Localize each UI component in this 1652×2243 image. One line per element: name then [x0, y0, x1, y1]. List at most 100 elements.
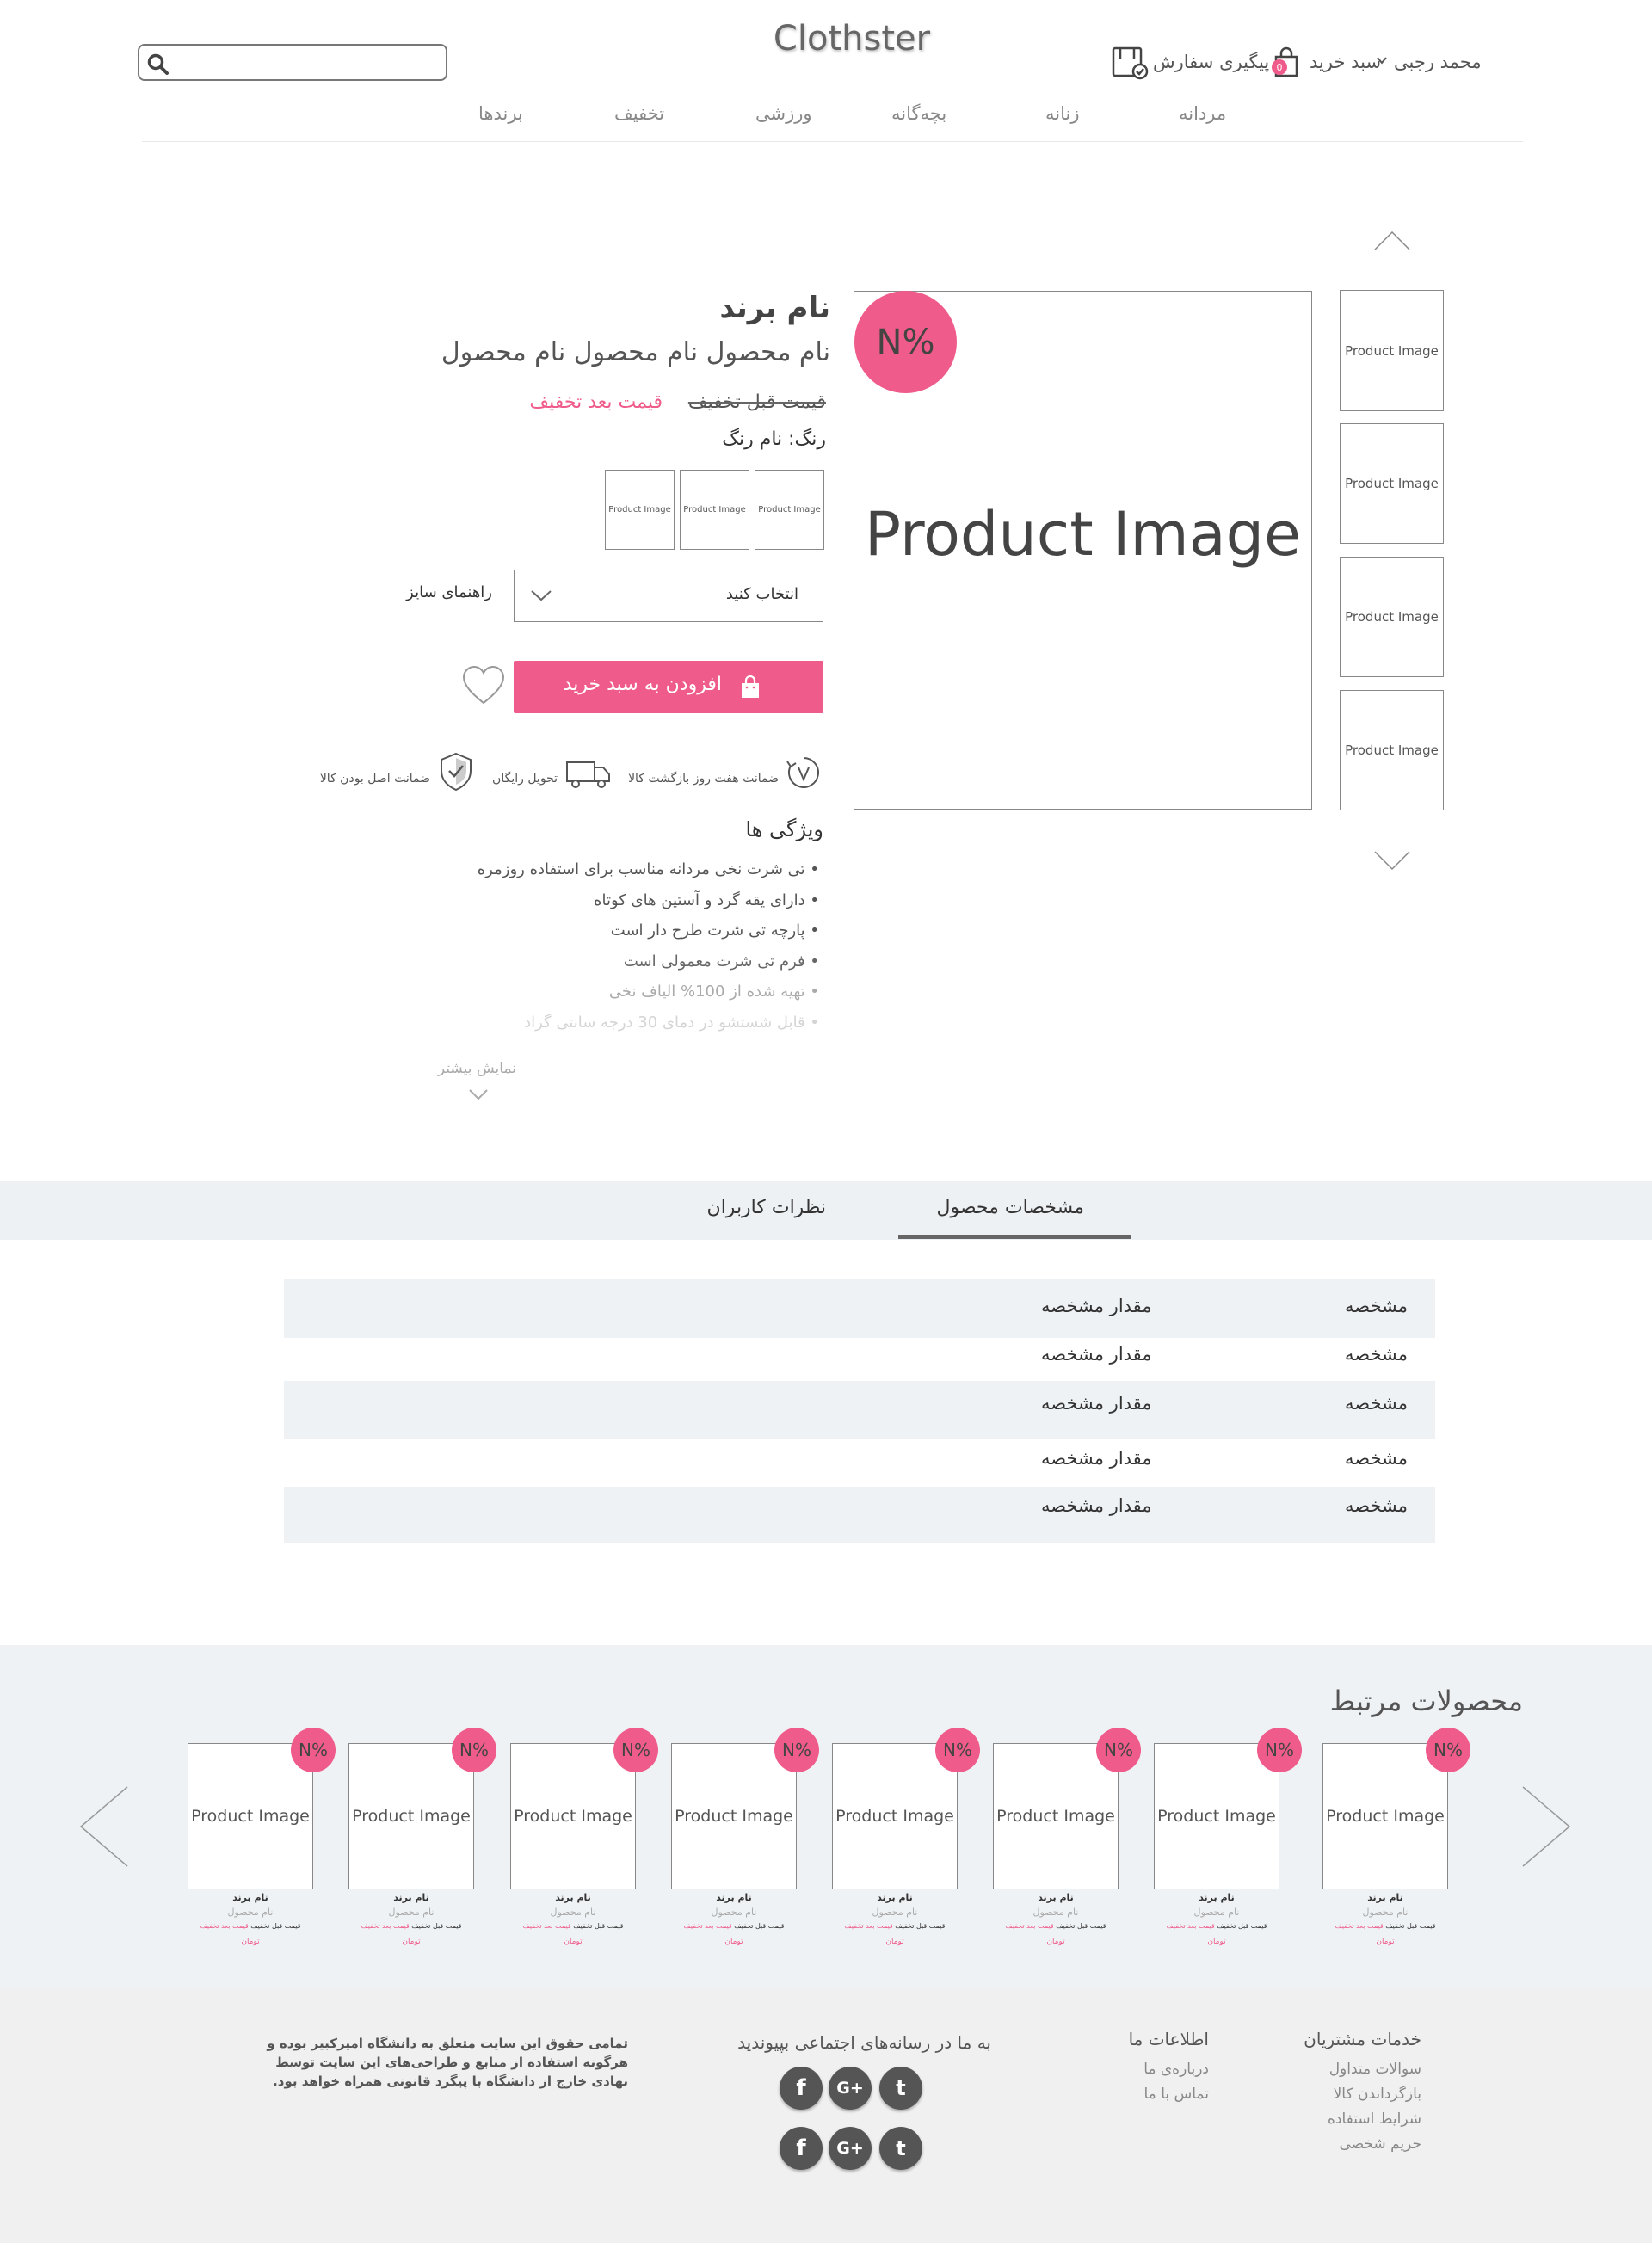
twitter-icon[interactable]: t [879, 2127, 922, 2170]
thumbnails-down-arrow[interactable] [1374, 850, 1410, 874]
cart-count-badge: 0 [1272, 59, 1287, 75]
footer-link-returns[interactable]: بازگرداندن کالا [1334, 2086, 1421, 2103]
thumbnails-up-arrow[interactable] [1374, 231, 1410, 255]
size-guide-link[interactable]: راهنمای سایز [406, 583, 492, 601]
color-swatch-1[interactable]: Product Image [755, 470, 824, 550]
facebook-icon[interactable]: f [780, 2127, 823, 2170]
related-brand: نام برند [1199, 1892, 1235, 1903]
color-swatch-2[interactable]: Product Image [680, 470, 749, 550]
related-prices: قیمت قبل تخفیف قیمت بعد تخفیف [671, 1922, 797, 1930]
related-brand: نام برند [1367, 1892, 1403, 1903]
related-discount-badge: N% [1096, 1728, 1141, 1772]
spec-key: مشخصه [1344, 1296, 1408, 1316]
size-select[interactable]: انتخاب کنید [514, 570, 823, 622]
carousel-prev-arrow[interactable] [79, 1785, 129, 1871]
cart-link[interactable]: سبد خرید [1310, 52, 1381, 72]
related-product-image[interactable]: Product Image [671, 1743, 797, 1889]
search-icon [147, 53, 169, 75]
user-menu[interactable]: محمد رجبی [1377, 52, 1482, 72]
spec-key: مشخصه [1344, 1495, 1408, 1516]
site-logo[interactable]: Clothster [723, 19, 981, 59]
spec-key: مشخصه [1344, 1393, 1408, 1414]
thumbnail-3[interactable]: Product Image [1340, 557, 1444, 677]
footer-link-about[interactable]: درباره‌ی ما [1143, 2061, 1209, 2078]
heart-icon[interactable] [462, 665, 505, 709]
chevron-down-icon[interactable] [468, 1088, 489, 1105]
search-input[interactable] [138, 44, 447, 81]
related-prices: قیمت قبل تخفیف قیمت بعد تخفیف [1154, 1922, 1279, 1930]
related-prices: قیمت قبل تخفیف قیمت بعد تخفیف [832, 1922, 958, 1930]
nav-sport[interactable]: ورزشی [755, 103, 812, 124]
related-discount-badge: N% [1426, 1728, 1470, 1772]
guarantee-return-label: ضمانت هفت روز بازگشت کالا [628, 772, 779, 786]
nav-discount[interactable]: تخفیف [614, 103, 664, 124]
related-discount-badge: N% [452, 1728, 496, 1772]
feature-item: • فرم تی شرت معمولی است [623, 952, 819, 971]
footer-copyright: تمامی حقوق این سایت متعلق به دانشگاه امی… [267, 2036, 628, 2089]
cart-label: سبد خرید [1310, 52, 1382, 72]
tab-specs[interactable]: مشخصات محصول [936, 1197, 1084, 1218]
related-currency: تومان [564, 1938, 583, 1946]
chevron-down-icon [530, 588, 552, 607]
related-product-image[interactable]: Product Image [1154, 1743, 1279, 1889]
order-tracking-icon[interactable] [1112, 45, 1150, 84]
footer-link-privacy[interactable]: حریم شخصی [1340, 2135, 1421, 2153]
nav-men[interactable]: مردانه [1179, 103, 1226, 124]
footer-link-faq[interactable]: سوالات متداول [1329, 2061, 1421, 2078]
shopping-bag-icon [739, 675, 761, 703]
related-discount-badge: N% [291, 1728, 336, 1772]
twitter-icon[interactable]: t [879, 2067, 922, 2110]
related-product-image[interactable]: Product Image [188, 1743, 313, 1889]
brand-name[interactable]: نام برند [719, 291, 830, 325]
spec-row: مشخصه مقدار مشخصه [284, 1338, 1435, 1381]
related-price-before: قیمت قبل تخفیف [1385, 1922, 1436, 1930]
related-price-before: قیمت قبل تخفیف [1056, 1922, 1106, 1930]
discount-badge: N% [854, 291, 957, 393]
nav-brands[interactable]: برندها [478, 103, 523, 124]
spec-value: مقدار مشخصه [1041, 1448, 1152, 1469]
spec-row: مشخصه مقدار مشخصه [284, 1439, 1435, 1487]
google-plus-icon[interactable]: G+ [829, 2067, 872, 2110]
footer-link-terms[interactable]: شرایط استفاده [1328, 2111, 1421, 2128]
nav-women[interactable]: زنانه [1045, 103, 1080, 124]
order-tracking-link[interactable]: پیگیری سفارش [1153, 52, 1269, 72]
related-product-image[interactable]: Product Image [1322, 1743, 1448, 1889]
related-price-before: قیمت قبل تخفیف [734, 1922, 785, 1930]
related-product-image[interactable]: Product Image [993, 1743, 1119, 1889]
thumbnail-2[interactable]: Product Image [1340, 423, 1444, 544]
add-to-cart-button[interactable]: افزودن به سبد خرید [514, 661, 823, 713]
related-price-after: قیمت بعد تخفیف [1005, 1922, 1054, 1930]
google-plus-icon[interactable]: G+ [829, 2127, 872, 2170]
facebook-icon[interactable]: f [780, 2067, 823, 2110]
carousel-next-arrow[interactable] [1521, 1785, 1571, 1871]
features-title: ویژگی ها [745, 817, 823, 841]
delivery-truck-icon [565, 759, 612, 793]
color-swatch-3[interactable]: Product Image [605, 470, 675, 550]
related-product-image[interactable]: Product Image [348, 1743, 474, 1889]
spec-key: مشخصه [1344, 1344, 1408, 1365]
show-more-link[interactable]: نمایش بیشتر [438, 1060, 516, 1077]
guarantee-delivery-label: تحویل رایگان [492, 772, 558, 786]
tab-reviews[interactable]: نظرات کاربران [707, 1197, 826, 1218]
price-before-discount: قیمت قبل تخفیف [687, 391, 826, 413]
shield-check-icon [439, 752, 473, 795]
related-title: محصولات مرتبط [1329, 1685, 1523, 1717]
cart-icon[interactable]: 0 [1272, 45, 1301, 81]
related-prices: قیمت قبل تخفیف قیمت بعد تخفیف [348, 1922, 474, 1930]
thumbnail-1[interactable]: Product Image [1340, 290, 1444, 411]
related-currency: تومان [402, 1938, 421, 1946]
related-product-image[interactable]: Product Image [832, 1743, 958, 1889]
thumbnail-4[interactable]: Product Image [1340, 690, 1444, 810]
footer-link-contact[interactable]: تماس با ما [1144, 2086, 1210, 2103]
header-divider [142, 141, 1523, 142]
related-name: نام محصول [1032, 1907, 1079, 1918]
related-product-image[interactable]: Product Image [510, 1743, 636, 1889]
user-name: محمد رجبی [1394, 52, 1482, 72]
nav-kids[interactable]: بچه‌گانه [891, 103, 946, 124]
related-discount-badge: N% [935, 1728, 980, 1772]
related-brand: نام برند [877, 1892, 913, 1903]
feature-item: • قابل شستشو در دمای 30 درجه سانتی گراد [524, 1014, 819, 1032]
related-brand: نام برند [232, 1892, 268, 1903]
related-name: نام محصول [711, 1907, 757, 1918]
spec-key: مشخصه [1344, 1448, 1408, 1469]
